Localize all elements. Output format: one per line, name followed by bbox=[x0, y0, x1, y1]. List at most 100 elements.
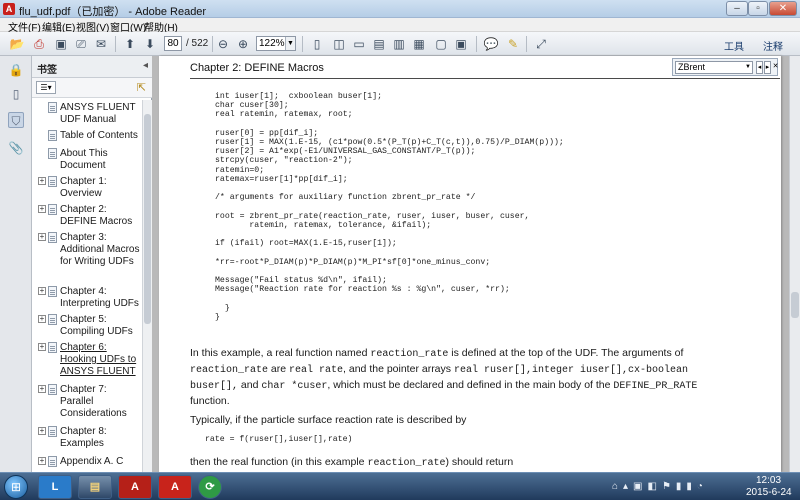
bookmark-icon bbox=[48, 456, 57, 467]
full-screen-icon[interactable]: ▣ bbox=[452, 35, 470, 53]
page-total: / 522 bbox=[186, 38, 209, 49]
bookmark-label: Chapter 3: Additional Macros for Writing… bbox=[60, 232, 140, 267]
read-mode-icon[interactable]: ▢ bbox=[432, 35, 450, 53]
scroll-thumb[interactable] bbox=[791, 292, 799, 318]
adobe-reader-icon[interactable]: A bbox=[118, 475, 152, 499]
find-bar: ZBrent ▼ ◂ ▸ ✕ bbox=[672, 58, 778, 76]
expand-icon[interactable]: + bbox=[38, 427, 46, 435]
expand-bookmark-icon[interactable]: ⇱ bbox=[137, 81, 146, 94]
bookmark-icon bbox=[48, 384, 57, 395]
bookmark-label: Table of Contents bbox=[60, 130, 138, 141]
pdf-page: Chapter 2: DEFINE Macros int iuser[1]; c… bbox=[159, 56, 781, 472]
text-run: In this example, a real function named bbox=[190, 347, 371, 359]
title-bar: A flu_udf.pdf（已加密） - Adobe Reader – ▫ ✕ bbox=[0, 0, 800, 18]
maximize-button[interactable]: ▫ bbox=[748, 1, 768, 16]
sticky-note-icon[interactable]: 💬 bbox=[482, 35, 500, 53]
bookmark-icon bbox=[48, 204, 57, 215]
bookmarks-scrollbar[interactable] bbox=[142, 100, 152, 472]
print-icon[interactable]: ⎚ bbox=[72, 35, 90, 53]
two-page-icon[interactable]: ▥ bbox=[390, 35, 408, 53]
bookmarks-icon[interactable]: ⛉ bbox=[8, 112, 24, 128]
text-run: function. bbox=[190, 395, 230, 407]
windows-start-icon[interactable]: ⊞ bbox=[4, 475, 28, 499]
find-query: ZBrent bbox=[678, 62, 706, 72]
inline-code: real rate bbox=[289, 365, 344, 376]
expand-icon[interactable]: + bbox=[38, 457, 46, 465]
bookmark-options-icon[interactable]: ☰▾ bbox=[36, 81, 56, 94]
fit-width-icon[interactable]: ◫ bbox=[330, 35, 348, 53]
expand-icon[interactable]: ⤢ bbox=[532, 35, 550, 53]
file-explorer-icon[interactable]: ▤ bbox=[78, 475, 112, 499]
bookmark-icon bbox=[48, 176, 57, 187]
expand-icon[interactable]: + bbox=[38, 343, 46, 351]
bookmark-label: Chapter 5: Compiling UDFs bbox=[60, 314, 133, 337]
minimize-button[interactable]: – bbox=[726, 1, 748, 16]
expand-icon[interactable]: + bbox=[38, 177, 46, 185]
bookmarks-panel: 书签 ◂ ☰▾ ⇱ ANSYS FLUENT UDF Manual Table o… bbox=[32, 56, 152, 472]
chevron-down-icon[interactable]: ▼ bbox=[744, 62, 752, 73]
prev-page-icon[interactable]: ⬆ bbox=[121, 35, 139, 53]
next-page-icon[interactable]: ⬇ bbox=[141, 35, 159, 53]
zoom-in-icon[interactable]: ⊕ bbox=[234, 35, 252, 53]
bookmark-label: Chapter 2: DEFINE Macros bbox=[60, 204, 133, 227]
lock-icon[interactable]: 🔒 bbox=[8, 62, 24, 78]
bookmark-label: Chapter 1: Overview bbox=[60, 176, 107, 199]
expand-icon[interactable]: + bbox=[38, 205, 46, 213]
attachments-icon[interactable]: 📎 bbox=[8, 140, 24, 156]
zoom-out-icon[interactable]: ⊖ bbox=[214, 35, 232, 53]
scrolling-icon[interactable]: ▤ bbox=[370, 35, 388, 53]
email-icon[interactable]: ✉ bbox=[92, 35, 110, 53]
single-page-icon[interactable]: ▭ bbox=[350, 35, 368, 53]
inline-code: reaction_rate bbox=[190, 365, 269, 376]
scroll-thumb[interactable] bbox=[144, 114, 151, 324]
close-button[interactable]: ✕ bbox=[769, 1, 797, 16]
save-icon[interactable]: ▣ bbox=[52, 35, 70, 53]
create-pdf-icon[interactable]: ⎙ bbox=[30, 35, 48, 53]
page-number-input[interactable]: 80 bbox=[164, 36, 182, 51]
text-run: , and the pointer arrays bbox=[343, 363, 454, 375]
find-input[interactable]: ZBrent ▼ bbox=[675, 61, 753, 74]
fit-page-icon[interactable]: ▯ bbox=[308, 35, 326, 53]
code-block: int iuser[1]; cxboolean buser[1]; char c… bbox=[215, 92, 564, 322]
bookmark-icon bbox=[48, 342, 57, 353]
inline-code: DEFINE_PR_RATE bbox=[613, 381, 698, 392]
bookmark-label: Chapter 8: Examples bbox=[60, 426, 107, 449]
bookmark-label: Chapter 7: Parallel Considerations bbox=[60, 384, 127, 419]
find-previous-icon[interactable]: ◂ bbox=[756, 61, 763, 74]
system-tray: ⌂▴▣◧⚑▮▮◔ bbox=[612, 481, 708, 492]
two-page-scrolling-icon[interactable]: ▦ bbox=[410, 35, 428, 53]
bookmark-label: Chapter 4: Interpreting UDFs bbox=[60, 286, 139, 309]
comment-button[interactable]: 注释 bbox=[763, 38, 783, 53]
expand-icon[interactable]: + bbox=[38, 233, 46, 241]
open-icon[interactable]: 📂 bbox=[8, 35, 26, 53]
chevron-down-icon[interactable]: ▼ bbox=[285, 37, 295, 50]
bookmark-icon bbox=[48, 130, 57, 141]
expand-icon[interactable]: + bbox=[38, 315, 46, 323]
collapse-panel-icon[interactable]: ◂ bbox=[143, 60, 148, 71]
zoom-select[interactable]: 122% ▼ bbox=[256, 36, 296, 51]
clock-date: 2015-6-24 bbox=[746, 487, 792, 498]
bookmarks-toolbar: ☰▾ ⇱ bbox=[32, 78, 152, 98]
expand-icon[interactable]: + bbox=[38, 385, 46, 393]
taskbar: ⊞ L ▤ A A ⟳ ⌂▴▣◧⚑▮▮◔ 12:03 2015-6-24 bbox=[0, 472, 800, 500]
refresh-app-icon[interactable]: ⟳ bbox=[198, 475, 222, 499]
page-thumbnails-icon[interactable]: ▯ bbox=[8, 86, 24, 102]
inline-code: char *cuser bbox=[261, 381, 328, 392]
expand-icon[interactable]: + bbox=[38, 287, 46, 295]
window-title: flu_udf.pdf（已加密） - Adobe Reader bbox=[19, 6, 207, 18]
bookmark-label: ANSYS FLUENT UDF Manual bbox=[60, 102, 136, 125]
navigation-rail: 🔒 ▯ ⛉ 📎 bbox=[0, 56, 32, 472]
acrobat-icon[interactable]: A bbox=[158, 475, 192, 499]
bookmark-icon bbox=[48, 426, 57, 437]
close-icon[interactable]: ✕ bbox=[772, 61, 779, 74]
inline-code: reaction_rate bbox=[367, 458, 446, 469]
bookmark-icon bbox=[48, 232, 57, 243]
tools-button[interactable]: 工具 bbox=[724, 38, 744, 53]
chapter-header: Chapter 2: DEFINE Macros bbox=[190, 62, 324, 74]
paragraph: In this example, a real function named r… bbox=[190, 346, 710, 408]
lync-icon[interactable]: L bbox=[38, 475, 72, 499]
find-next-icon[interactable]: ▸ bbox=[764, 61, 771, 74]
highlight-icon[interactable]: ✎ bbox=[504, 35, 522, 53]
document-scrollbar[interactable] bbox=[789, 56, 800, 472]
menu-bar: 文件(F) 编辑(E) 视图(V) 窗口(W) 帮助(H) bbox=[0, 18, 800, 34]
